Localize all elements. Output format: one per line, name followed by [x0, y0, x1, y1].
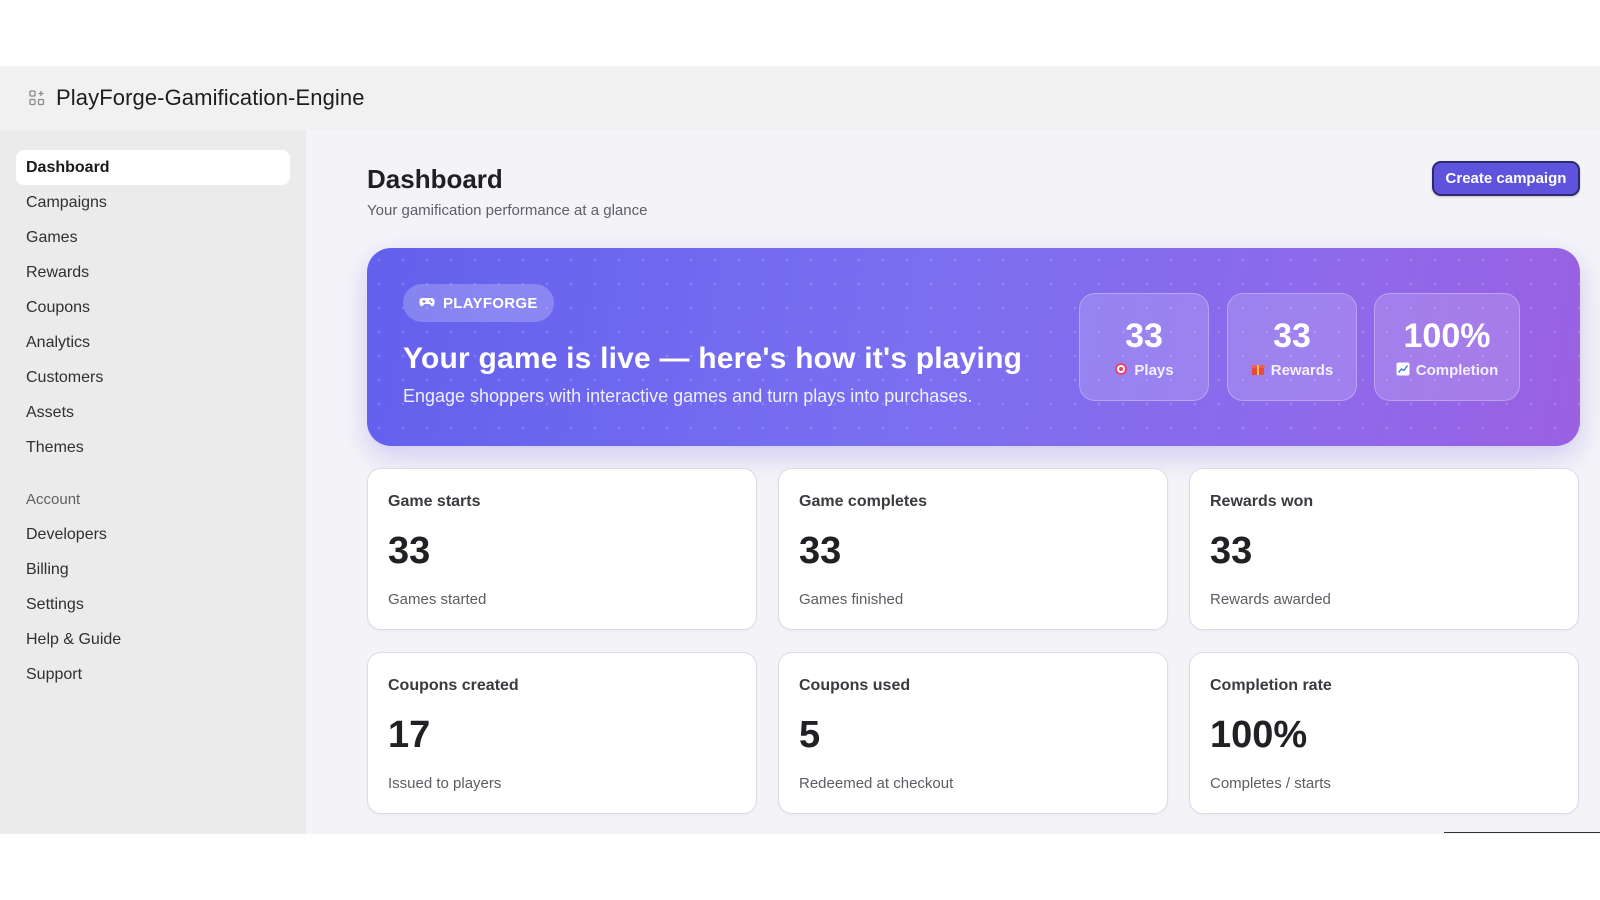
app-titlebar: PlayForge-Gamification-Engine: [0, 66, 1600, 130]
card-title: Game completes: [799, 493, 928, 510]
card-description: Rewards awarded: [1210, 591, 1331, 608]
hero-stat-rewards: 33 Rewards: [1227, 293, 1357, 401]
hero-badge: PLAYFORGE: [403, 284, 554, 322]
metric-card-coupons-created: Coupons created 17 Issued to players: [367, 652, 757, 814]
sidebar-item-analytics[interactable]: Analytics: [16, 325, 290, 360]
sidebar-item-coupons[interactable]: Coupons: [16, 290, 290, 325]
hero-stat-label-row: Rewards: [1251, 361, 1334, 379]
chart-up-icon: [1396, 362, 1410, 379]
card-description: Issued to players: [388, 775, 502, 792]
app-title: PlayForge-Gamification-Engine: [56, 85, 365, 110]
sidebar-item-customers[interactable]: Customers: [16, 360, 290, 395]
metric-card-game-completes: Game completes 33 Games finished: [778, 468, 1168, 630]
card-description: Games finished: [799, 591, 904, 608]
divider-line: [1444, 832, 1600, 833]
hero-badge-label: PLAYFORGE: [443, 294, 538, 312]
sidebar-item-rewards[interactable]: Rewards: [16, 255, 290, 290]
sidebar-item-billing[interactable]: Billing: [16, 552, 290, 587]
card-description: Redeemed at checkout: [799, 775, 954, 792]
hero-stat-label-row: Completion: [1396, 361, 1499, 379]
page-subtitle: Your gamification performance at a glanc…: [367, 202, 648, 219]
sidebar-item-campaigns[interactable]: Campaigns: [16, 185, 290, 220]
sidebar-item-assets[interactable]: Assets: [16, 395, 290, 430]
target-icon: [1114, 362, 1128, 379]
gift-icon: [1251, 362, 1265, 379]
metric-card-coupons-used: Coupons used 5 Redeemed at checkout: [778, 652, 1168, 814]
card-description: Games started: [388, 591, 487, 608]
sidebar-item-settings[interactable]: Settings: [16, 587, 290, 622]
card-value: 5: [799, 714, 821, 756]
sidebar-item-dashboard[interactable]: Dashboard: [16, 150, 290, 185]
main-content: Dashboard Your gamification performance …: [306, 130, 1600, 834]
card-value: 33: [388, 530, 431, 572]
card-title: Rewards won: [1210, 493, 1314, 510]
metric-card-rewards-won: Rewards won 33 Rewards awarded: [1189, 468, 1579, 630]
card-value: 100%: [1210, 714, 1308, 756]
card-title: Completion rate: [1210, 677, 1332, 694]
card-title: Game starts: [388, 493, 481, 510]
create-campaign-button[interactable]: Create campaign: [1432, 161, 1580, 196]
metric-card-completion-rate: Completion rate 100% Completes / starts: [1189, 652, 1579, 814]
app-window: PlayForge-Gamification-Engine Dashboard …: [0, 66, 1600, 834]
card-title: Coupons used: [799, 677, 911, 694]
hero-stat-label: Plays: [1134, 361, 1174, 379]
sidebar-section-account: Account: [26, 491, 81, 508]
card-value: 17: [388, 714, 431, 756]
card-value: 33: [1210, 530, 1253, 572]
hero-stat-label: Completion: [1415, 361, 1499, 379]
sidebar-nav: Dashboard Campaigns Games Rewards Coupon…: [0, 130, 306, 834]
apps-grid-icon: [28, 89, 46, 107]
sidebar-item-themes[interactable]: Themes: [16, 430, 290, 465]
hero-stat-completion: 100% Completion: [1374, 293, 1520, 401]
sidebar-item-help-guide[interactable]: Help & Guide: [16, 622, 290, 657]
metric-card-game-starts: Game starts 33 Games started: [367, 468, 757, 630]
hero-headline: Your game is live — here's how it's play…: [403, 342, 1023, 375]
hero-stat-label: Rewards: [1270, 361, 1334, 379]
card-title: Coupons created: [388, 677, 519, 694]
gamepad-icon: [419, 295, 435, 311]
card-value: 33: [799, 530, 842, 572]
hero-stat-value: 33: [1125, 316, 1163, 355]
hero-stat-value: 33: [1273, 316, 1311, 355]
sidebar-item-games[interactable]: Games: [16, 220, 290, 255]
sidebar-item-developers[interactable]: Developers: [16, 517, 290, 552]
hero-stat-plays: 33 Plays: [1079, 293, 1209, 401]
hero-stat-label-row: Plays: [1114, 361, 1174, 379]
sidebar-item-support[interactable]: Support: [16, 657, 290, 692]
card-description: Completes / starts: [1210, 775, 1331, 792]
hero-description: Engage shoppers with interactive games a…: [403, 386, 973, 406]
hero-stat-value: 100%: [1403, 316, 1491, 355]
hero-banner: PLAYFORGE Your game is live — here's how…: [367, 248, 1580, 446]
page-title: Dashboard: [367, 164, 503, 194]
